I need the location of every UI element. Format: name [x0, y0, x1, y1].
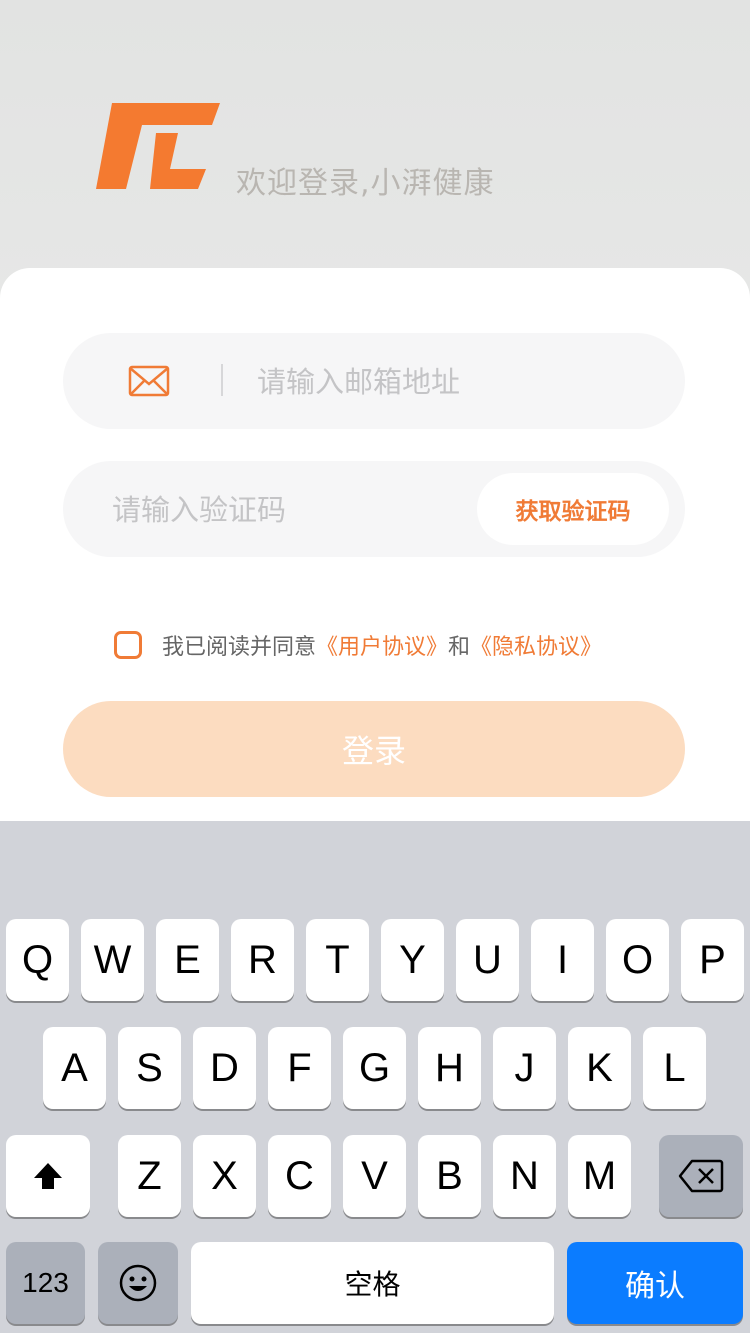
agreement-prefix-text: 我已阅读并同意 [162, 635, 317, 660]
welcome-text: 欢迎登录,小湃健康 [236, 166, 495, 201]
shift-icon [34, 1163, 62, 1189]
key-y[interactable]: Y [381, 919, 444, 1001]
brand-logo-icon [96, 103, 220, 189]
agreement-row: 我已阅读并同意 《用户协议》 和 《隐私协议》 [114, 628, 602, 662]
key-h[interactable]: H [418, 1027, 481, 1109]
agreement-and-text: 和 [448, 635, 471, 660]
key-i[interactable]: I [531, 919, 594, 1001]
numbers-key[interactable]: 123 [6, 1242, 85, 1324]
key-p[interactable]: P [681, 919, 744, 1001]
key-d[interactable]: D [193, 1027, 256, 1109]
email-input[interactable] [255, 355, 659, 409]
key-c[interactable]: C [268, 1135, 331, 1217]
key-b[interactable]: B [418, 1135, 481, 1217]
key-s[interactable]: S [118, 1027, 181, 1109]
agreement-checkbox[interactable] [114, 631, 142, 659]
key-q[interactable]: Q [6, 919, 69, 1001]
key-g[interactable]: G [343, 1027, 406, 1109]
confirm-key[interactable]: 确认 [567, 1242, 743, 1324]
key-e[interactable]: E [156, 919, 219, 1001]
shift-key[interactable] [6, 1135, 90, 1217]
key-k[interactable]: K [568, 1027, 631, 1109]
key-x[interactable]: X [193, 1135, 256, 1217]
mail-icon [128, 365, 170, 397]
key-j[interactable]: J [493, 1027, 556, 1109]
backspace-icon [678, 1159, 724, 1193]
user-agreement-link[interactable]: 《用户协议》 [316, 629, 448, 661]
key-a[interactable]: A [43, 1027, 106, 1109]
key-w[interactable]: W [81, 919, 144, 1001]
delete-key[interactable] [659, 1135, 743, 1217]
key-l[interactable]: L [643, 1027, 706, 1109]
key-r[interactable]: R [231, 919, 294, 1001]
key-v[interactable]: V [343, 1135, 406, 1217]
key-m[interactable]: M [568, 1135, 631, 1217]
login-button[interactable]: 登录 [63, 701, 685, 797]
key-z[interactable]: Z [118, 1135, 181, 1217]
field-divider [221, 364, 223, 396]
key-f[interactable]: F [268, 1027, 331, 1109]
get-code-button[interactable]: 获取验证码 [477, 473, 669, 545]
key-n[interactable]: N [493, 1135, 556, 1217]
emoji-key[interactable] [98, 1242, 178, 1324]
keyboard: Q W E R T Y U I O P A S D F G H J K L Z … [0, 821, 750, 1333]
key-u[interactable]: U [456, 919, 519, 1001]
key-o[interactable]: O [606, 919, 669, 1001]
key-t[interactable]: T [306, 919, 369, 1001]
privacy-agreement-link[interactable]: 《隐私协议》 [470, 629, 602, 661]
verification-code-input[interactable] [110, 483, 454, 537]
emoji-icon [119, 1264, 157, 1302]
space-key[interactable]: 空格 [191, 1242, 554, 1324]
